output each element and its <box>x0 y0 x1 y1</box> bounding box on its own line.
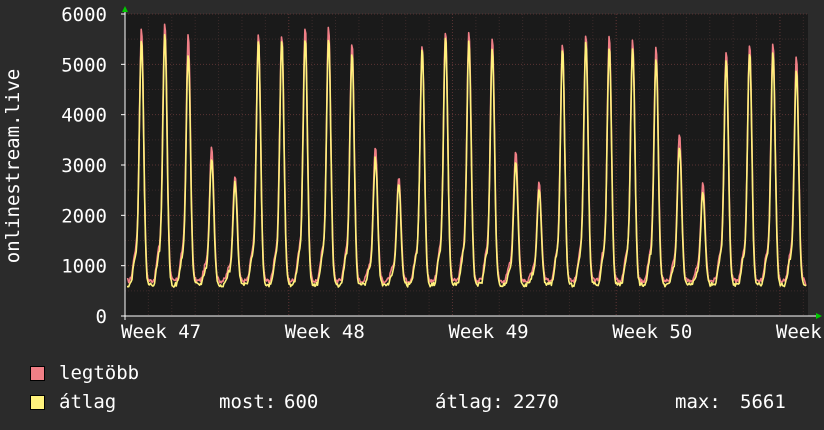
x-axis-arrow-icon <box>816 313 822 319</box>
stat-max-label: max: <box>675 391 721 413</box>
x-tick-label: Week 5 <box>776 321 824 343</box>
y-axis-arrow-icon <box>122 6 128 12</box>
y-tick-label: 6000 <box>61 4 107 26</box>
legend-label-max: legtöbb <box>59 362 140 384</box>
stat-max-value: 5661 <box>740 391 786 413</box>
legend-swatch-max <box>30 365 45 381</box>
stat-avg-label: átlag: <box>435 391 504 413</box>
y-tick-label: 4000 <box>61 105 107 127</box>
legend-label-avg: átlag <box>59 391 117 413</box>
x-tick-label: Week 49 <box>448 321 528 343</box>
y-tick-label: 1000 <box>61 256 107 278</box>
stat-now-label: most: <box>219 391 277 413</box>
x-tick-label: Week 48 <box>285 321 365 343</box>
legend-item-max: legtöbb <box>30 361 139 385</box>
legend-item-avg: átlag <box>30 390 116 414</box>
stat-avg-value: 2270 <box>513 391 559 413</box>
x-tick-label: Week 47 <box>121 321 201 343</box>
y-axis-label: onlinestream.live <box>2 69 24 263</box>
stat-now-value: 600 <box>284 391 319 413</box>
x-tick-label: Week 50 <box>612 321 692 343</box>
y-tick-label: 0 <box>96 306 107 328</box>
y-tick-label: 2000 <box>61 205 107 227</box>
legend-swatch-avg <box>30 394 45 410</box>
y-tick-label: 5000 <box>61 54 107 76</box>
y-tick-label: 3000 <box>61 155 107 177</box>
